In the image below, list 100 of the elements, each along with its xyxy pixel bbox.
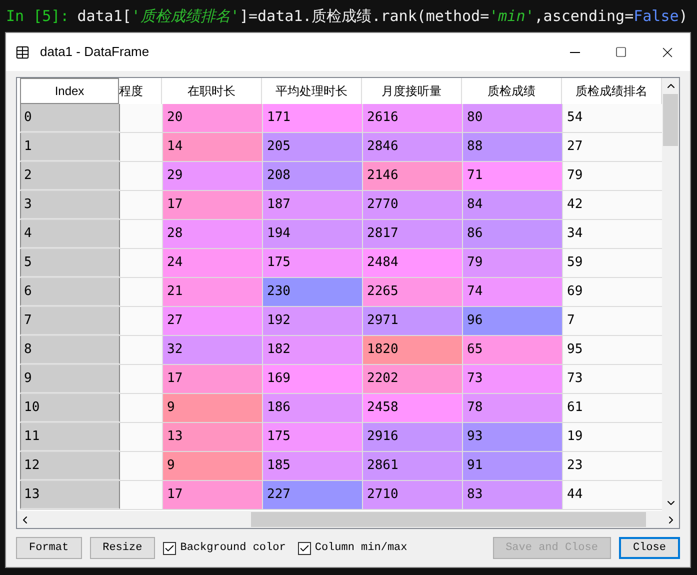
table-cell: 73: [563, 365, 662, 393]
table-cell: 27: [563, 133, 662, 161]
index-cell: 8: [20, 336, 120, 364]
table-cell: 27: [163, 307, 263, 335]
index-cell: 6: [20, 278, 120, 306]
table-cell: 2817: [363, 220, 463, 248]
table-cell: 2916: [363, 423, 463, 451]
table-cell: 84: [463, 191, 563, 219]
table-cell: 175: [263, 423, 363, 451]
table-cell: 2846: [363, 133, 463, 161]
table-cell: 230: [263, 278, 363, 306]
table-cell: 96: [463, 307, 563, 335]
table-cell: 91: [463, 452, 563, 480]
close-button[interactable]: Close: [618, 537, 680, 559]
table-cell: 32: [163, 336, 263, 364]
table-cell: 208: [263, 162, 363, 190]
table-cell: 44: [563, 481, 662, 509]
table-cell: 69: [563, 278, 662, 306]
table-cell: 14: [163, 133, 263, 161]
table-cell: 83: [463, 481, 563, 509]
table-cell: 19: [563, 423, 662, 451]
index-cell: 7: [20, 307, 120, 335]
table-cell: 28: [163, 220, 263, 248]
code-line: In [5]: data1['质检成绩排名']=data1.质检成绩.rank(method='min',ascending=False): [5, 6, 689, 27]
table-cell: 21: [163, 278, 263, 306]
index-cell: 10: [20, 394, 120, 422]
table-cell: 61: [563, 394, 662, 422]
index-cell: 2: [20, 162, 120, 190]
index-cell: 4: [20, 220, 120, 248]
action-button[interactable]: Resize: [90, 537, 156, 559]
table-cell: 227: [263, 481, 363, 509]
column-header[interactable]: 程度: [119, 78, 162, 104]
table-cell: 74: [463, 278, 563, 306]
action-button[interactable]: Format: [16, 537, 82, 559]
scrollbar-thumb[interactable]: [251, 512, 646, 527]
table-cell: 34: [563, 220, 662, 248]
table-cell: 29: [163, 162, 263, 190]
table-cell: 71: [463, 162, 563, 190]
table-cell: 86: [463, 220, 563, 248]
index-cell: 13: [20, 481, 120, 509]
vertical-scrollbar[interactable]: [662, 78, 679, 511]
index-cell: 12: [20, 452, 120, 480]
table-cell: 88: [463, 133, 563, 161]
table-cell: 54: [563, 104, 662, 132]
checkbox[interactable]: Background color: [163, 540, 286, 556]
table-cell: 79: [463, 249, 563, 277]
window-title: data1 - DataFrame: [40, 43, 150, 62]
table-cell: 171: [263, 104, 363, 132]
table-cell: 79: [563, 162, 662, 190]
table-cell: 13: [163, 423, 263, 451]
table-cell: 2710: [363, 481, 463, 509]
table-cell: 80: [463, 104, 563, 132]
table-cell: 2971: [363, 307, 463, 335]
table-cell: 2770: [363, 191, 463, 219]
table-cell: 78: [463, 394, 563, 422]
table-cell: 20: [163, 104, 263, 132]
table-cell: 23: [563, 452, 662, 480]
table-cell: 93: [463, 423, 563, 451]
table-cell: 2616: [363, 104, 463, 132]
checkbox[interactable]: Column min/max: [298, 540, 408, 556]
scrollbar-thumb[interactable]: [663, 94, 678, 146]
index-cell: 3: [20, 191, 120, 219]
table-cell: 59: [563, 249, 662, 277]
table-cell: 2458: [363, 394, 463, 422]
table-cell: 65: [463, 336, 563, 364]
table-cell: 186: [263, 394, 363, 422]
table-cell: 1820: [363, 336, 463, 364]
index-cell: 1: [20, 133, 120, 161]
table-cell: 187: [263, 191, 363, 219]
check-icon: [164, 542, 176, 554]
table-cell: 95: [563, 336, 662, 364]
table-cell: 205: [263, 133, 363, 161]
table-cell: 2484: [363, 249, 463, 277]
horizontal-scrollbar[interactable]: [17, 511, 679, 528]
table-cell: 185: [263, 452, 363, 480]
table-cell: 9: [163, 452, 263, 480]
table-cell: 169: [263, 365, 363, 393]
table-cell: 2146: [363, 162, 463, 190]
maximize-icon: [615, 46, 627, 58]
table-cell: 182: [263, 336, 363, 364]
table-cell: 2265: [363, 278, 463, 306]
check-icon: [298, 542, 310, 554]
table-cell: 73: [463, 365, 563, 393]
table-cell: 24: [163, 249, 263, 277]
table-cell: 42: [563, 191, 662, 219]
table-cell: 17: [163, 191, 263, 219]
table-cell: 9: [163, 394, 263, 422]
table-cell: 194: [263, 220, 363, 248]
index-header: Index: [20, 78, 120, 104]
index-cell: 5: [20, 249, 120, 277]
table-icon: [15, 44, 30, 60]
table-cell: 2202: [363, 365, 463, 393]
table-cell: 192: [263, 307, 363, 335]
table-cell: 2861: [363, 452, 463, 480]
table-cell: 175: [263, 249, 363, 277]
index-cell: 0: [20, 104, 120, 132]
table-cell: 17: [163, 481, 263, 509]
table-cell: 17: [163, 365, 263, 393]
index-cell: 9: [20, 365, 120, 393]
index-cell: 11: [20, 423, 120, 451]
